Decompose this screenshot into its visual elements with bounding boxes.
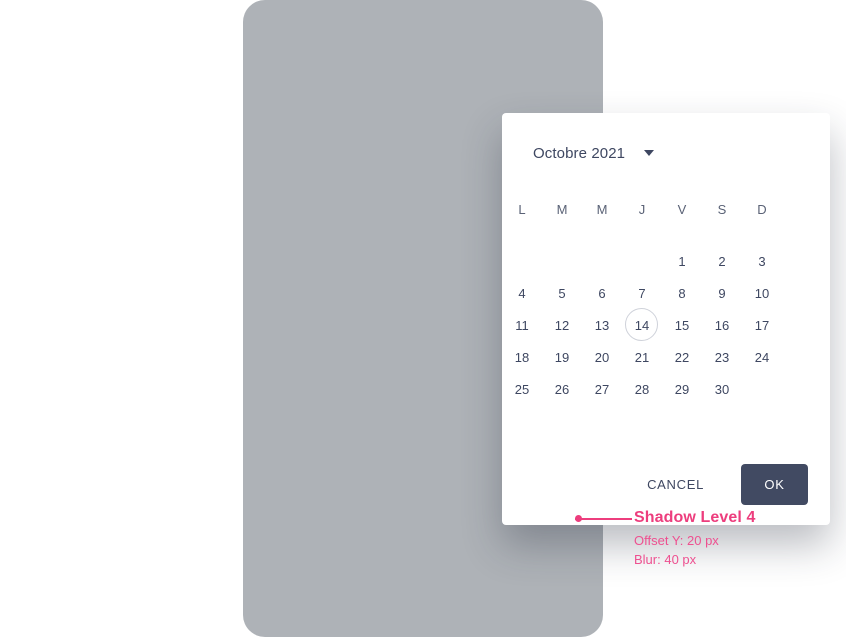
- day-number: 16: [714, 317, 730, 333]
- weekday-cell: M: [556, 202, 568, 217]
- day-cell[interactable]: 18: [502, 341, 542, 373]
- day-cell[interactable]: 23: [702, 341, 742, 373]
- day-cell[interactable]: 12: [542, 309, 582, 341]
- day-cell[interactable]: 13: [582, 309, 622, 341]
- cancel-button[interactable]: CANCEL: [635, 467, 716, 502]
- day-number: 10: [754, 285, 770, 301]
- day-cell[interactable]: 2: [702, 245, 742, 277]
- day-number: 25: [514, 381, 530, 397]
- day-cell[interactable]: 29: [662, 373, 702, 405]
- day-cell[interactable]: 5: [542, 277, 582, 309]
- day-number: 11: [515, 317, 529, 333]
- datepicker-actions: CANCEL OK: [502, 463, 830, 505]
- day-number: 24: [754, 349, 770, 365]
- day-number: 4: [518, 285, 526, 301]
- datepicker-header: Octobre 2021: [502, 113, 830, 193]
- day-cell[interactable]: 20: [582, 341, 622, 373]
- day-number: 26: [554, 381, 570, 397]
- day-cell-empty: [742, 373, 782, 405]
- day-number: 20: [594, 349, 610, 365]
- annotation-leader-line: [575, 518, 632, 520]
- day-number: 3: [758, 253, 766, 269]
- day-number: 1: [678, 253, 686, 269]
- day-cell[interactable]: 17: [742, 309, 782, 341]
- day-number: 18: [514, 349, 530, 365]
- weekday-cell: D: [757, 202, 767, 217]
- day-cell-empty: [622, 245, 662, 277]
- day-cell[interactable]: 22: [662, 341, 702, 373]
- weekday-cell: S: [717, 202, 727, 217]
- annotation-blur-line: Blur: 40 px: [634, 552, 697, 567]
- day-number: 7: [638, 285, 646, 301]
- weekday-cell: M: [596, 202, 608, 217]
- day-cell[interactable]: 16: [702, 309, 742, 341]
- weekday-cell: J: [638, 202, 646, 217]
- week-row: 4 5 6 7 8 9 10: [502, 277, 830, 309]
- day-number: 30: [714, 381, 730, 397]
- annotation-offset-line: Offset Y: 20 px: [634, 533, 719, 548]
- day-cell-empty: [542, 245, 582, 277]
- day-cell[interactable]: 25: [502, 373, 542, 405]
- day-number: 27: [594, 381, 610, 397]
- month-year-label: Octobre 2021: [533, 144, 626, 162]
- day-number: 17: [754, 317, 770, 333]
- weekday-cell: V: [677, 202, 687, 217]
- day-number: 15: [674, 317, 690, 333]
- annotation-title: Shadow Level 4: [634, 509, 756, 526]
- day-number: 5: [558, 285, 566, 301]
- day-cell[interactable]: 21: [622, 341, 662, 373]
- day-cell[interactable]: 4: [502, 277, 542, 309]
- month-year-selector[interactable]: Octobre 2021: [533, 142, 655, 164]
- day-cell[interactable]: 7: [622, 277, 662, 309]
- day-number: 14: [634, 317, 650, 333]
- day-cell[interactable]: 27: [582, 373, 622, 405]
- chevron-down-icon: [644, 150, 655, 156]
- day-cell[interactable]: 10: [742, 277, 782, 309]
- day-cell[interactable]: 28: [622, 373, 662, 405]
- weekday-cell: L: [518, 202, 526, 217]
- phone-frame: Octobre 2021 LMMJVSD 1 2 3 4 5 6 7 8 9 10 11 12 13 14…: [243, 0, 830, 637]
- day-cell[interactable]: 9: [702, 277, 742, 309]
- day-cell[interactable]: 3: [742, 245, 782, 277]
- day-number: 2: [718, 253, 726, 269]
- day-number: 29: [674, 381, 690, 397]
- day-cell[interactable]: 30: [702, 373, 742, 405]
- day-number: 19: [554, 349, 570, 365]
- day-cell[interactable]: 14: [622, 308, 662, 341]
- day-cell-empty: [582, 245, 622, 277]
- week-row: 25 26 27 28 29 30: [502, 373, 830, 405]
- datepicker-card: Octobre 2021 LMMJVSD 1 2 3 4 5 6 7 8 9 10 11 12 13 14…: [502, 113, 830, 525]
- day-grid: 1 2 3 4 5 6 7 8 9 10 11 12 13 14 15 16 17 18 19 20 21 22 23 24 2…: [502, 245, 830, 405]
- day-cell[interactable]: 15: [662, 309, 702, 341]
- week-row: 18 19 20 21 22 23 24: [502, 341, 830, 373]
- day-number: 22: [674, 349, 690, 365]
- day-cell[interactable]: 24: [742, 341, 782, 373]
- week-row: 1 2 3: [502, 245, 830, 277]
- day-cell-empty: [502, 245, 542, 277]
- day-cell[interactable]: 26: [542, 373, 582, 405]
- week-row: 11 12 13 14 15 16 17: [502, 308, 830, 341]
- day-number: 12: [554, 317, 570, 333]
- day-number: 23: [714, 349, 730, 365]
- day-cell[interactable]: 19: [542, 341, 582, 373]
- day-cell[interactable]: 11: [502, 309, 542, 341]
- day-number: 6: [598, 285, 606, 301]
- day-cell[interactable]: 1: [662, 245, 702, 277]
- day-number: 21: [634, 349, 650, 365]
- day-number: 13: [594, 317, 610, 333]
- day-cell[interactable]: 6: [582, 277, 622, 309]
- day-number: 9: [718, 285, 726, 301]
- day-number: 8: [678, 285, 686, 301]
- day-cell[interactable]: 8: [662, 277, 702, 309]
- weekday-header-row: LMMJVSD: [502, 197, 830, 223]
- ok-button[interactable]: OK: [741, 463, 808, 505]
- annotation-text-block: Shadow Level 4 Offset Y: 20 px Blur: 40 …: [634, 509, 834, 569]
- day-number: 28: [634, 381, 650, 397]
